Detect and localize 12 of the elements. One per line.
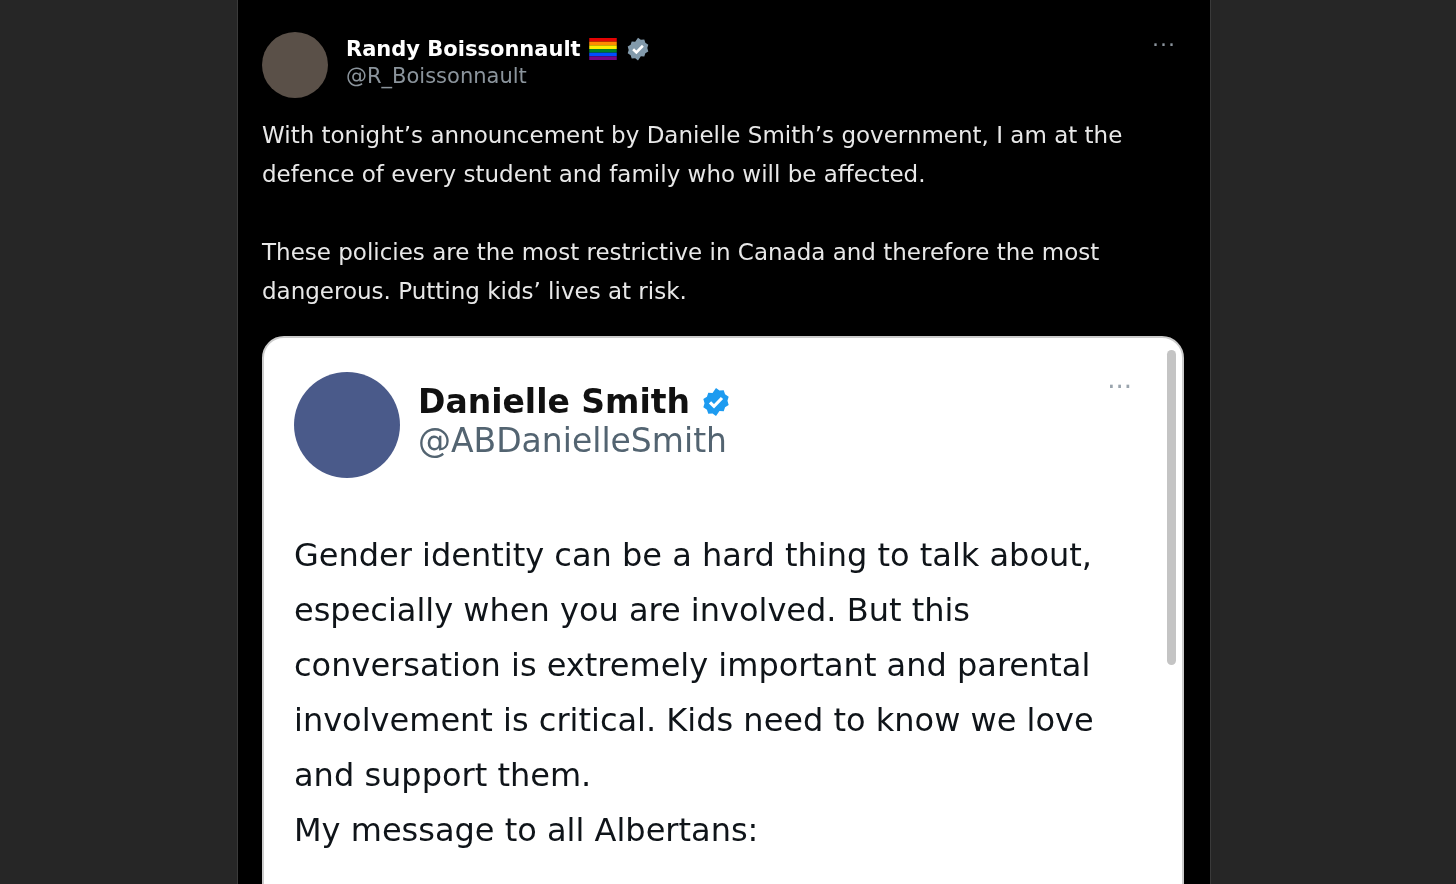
post-text: These policies are the most restrictive in Canada and therefore the most dangerous. Putting kids’ lives at risk. <box>262 238 1101 306</box>
quoted-post-text: Gender identity can be a hard thing to talk about, especially when you are involved. But this conversation is extremely important and parental involvement is critical. Kids need to know we love and support them. <box>294 535 1095 796</box>
rainbow-flag-icon <box>586 38 619 60</box>
author-name[interactable]: Danielle Smith <box>418 382 691 421</box>
author-name[interactable]: Randy Boissonnault <box>346 37 581 61</box>
quoted-post-card[interactable] <box>262 336 1184 884</box>
author-handle[interactable]: @ABDanielleSmith <box>418 421 1070 460</box>
more-options-button[interactable]: ··· <box>1144 32 1184 57</box>
scrollbar-thumb[interactable] <box>1167 350 1176 665</box>
quoted-post-text: My message to all Albertans: <box>294 810 760 851</box>
post-text: With tonight’s announcement by Danielle Smith’s government, I am at the defence of every student and family who will be affected. <box>262 121 1124 189</box>
author-handle[interactable]: @R_Boissonnault <box>346 64 1126 88</box>
